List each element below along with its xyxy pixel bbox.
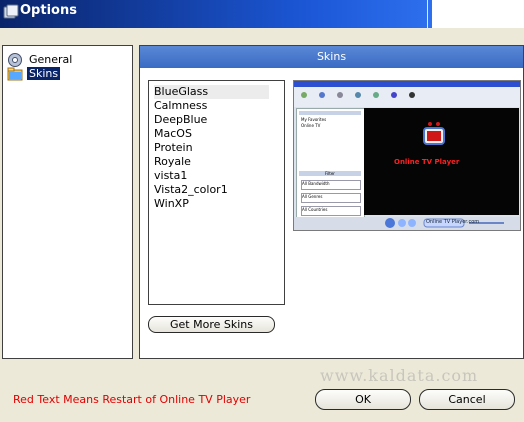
skin-item[interactable]: MacOS: [154, 127, 269, 141]
watermark: www.kaldata.com: [320, 366, 479, 385]
folder-icon: [7, 67, 23, 81]
skin-item[interactable]: WinXP: [154, 197, 269, 211]
skin-item[interactable]: Calmness: [154, 99, 269, 113]
tree-item-general-label: General: [29, 53, 73, 66]
preview-toolbar-icons: [301, 92, 415, 98]
preview-tree-item: Online TV: [301, 123, 321, 128]
skin-preview: My Favorites Online TV Filter All Bandwi…: [293, 80, 521, 231]
title-separator: [427, 0, 428, 28]
preview-filter-title: Filter: [299, 171, 361, 176]
preview-bottom-label: Online TV Player.com: [426, 219, 480, 225]
preview-toolbar: [294, 87, 520, 107]
preview-filter: All Bandwidth: [301, 180, 361, 190]
skin-item[interactable]: vista1: [154, 169, 269, 183]
ok-button[interactable]: OK: [315, 389, 411, 410]
skin-item[interactable]: DeepBlue: [154, 113, 269, 127]
preview-video-area: Online TV Player: [364, 108, 519, 215]
title-bar: Options: [0, 0, 524, 28]
restart-note: Red Text Means Restart of Online TV Play…: [13, 393, 251, 406]
preview-brand-text: Online TV Player: [394, 158, 460, 166]
cancel-button[interactable]: Cancel: [419, 389, 515, 410]
options-app-icon: [3, 4, 19, 19]
panel-header: Skins: [140, 46, 523, 68]
preview-filter: All Genres: [301, 193, 361, 203]
skins-panel: Skins BlueGlass Calmness DeepBlue MacOS …: [139, 45, 524, 359]
tree-item-skins-label: Skins: [25, 66, 62, 81]
preview-control-bar: Online TV Player.com: [294, 217, 520, 230]
skins-list[interactable]: BlueGlass Calmness DeepBlue MacOS Protei…: [148, 80, 285, 305]
preview-filter: All Countries: [301, 206, 361, 216]
preview-controls: [385, 218, 504, 228]
preview-channel-tree: My Favorites Online TV Filter All Bandwi…: [296, 108, 365, 219]
skin-item[interactable]: Royale: [154, 155, 269, 169]
skin-item[interactable]: Protein: [154, 141, 269, 155]
skin-item-selected[interactable]: BlueGlass: [154, 85, 269, 99]
title-controls-area[interactable]: [432, 0, 524, 28]
skin-item[interactable]: Vista2_color1: [154, 183, 269, 197]
options-tree: General Skins: [2, 45, 133, 359]
preview-tree-item: My Favorites: [301, 117, 327, 122]
window-title: Options: [20, 3, 77, 18]
get-more-skins-button[interactable]: Get More Skins: [148, 316, 275, 333]
